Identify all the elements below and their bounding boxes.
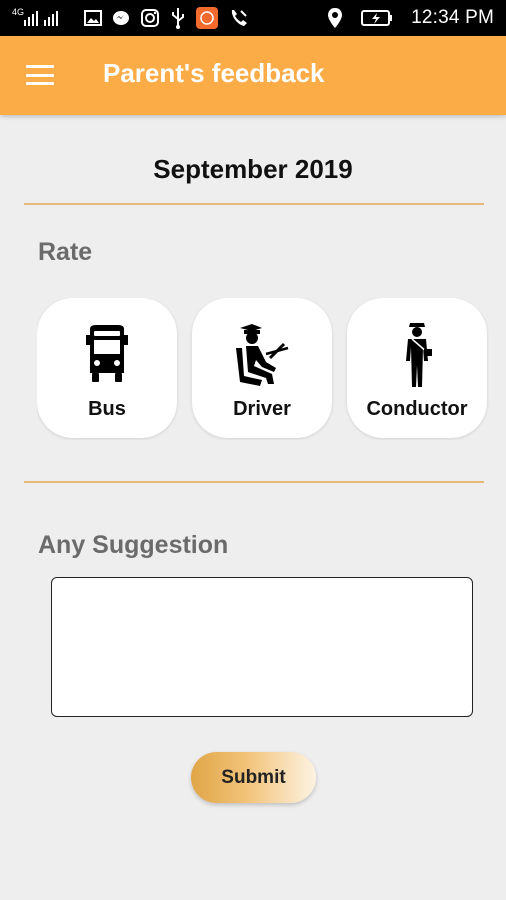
app-notification-icon (196, 7, 219, 29)
divider-bottom (24, 481, 484, 483)
driver-icon (192, 320, 332, 390)
instagram-icon (140, 8, 160, 28)
call-icon (228, 7, 250, 29)
rate-conductor-card[interactable]: Conductor (347, 298, 487, 438)
battery-charging-icon (361, 9, 393, 27)
usb-icon (170, 7, 186, 29)
month-title: September 2019 (153, 154, 353, 184)
rate-bus-card[interactable]: Bus (37, 298, 177, 438)
status-bar-left: 4G (0, 7, 250, 29)
location-icon (327, 7, 343, 29)
rate-conductor-label: Conductor (366, 398, 468, 420)
bus-icon (37, 320, 177, 390)
suggestion-label: Any Suggestion (38, 531, 229, 559)
rate-label: Rate (38, 238, 93, 266)
rate-options: Bus Driver Conductor (37, 298, 489, 440)
status-bar-right: 12:34 PM (327, 0, 494, 36)
signal-icon: 4G (12, 7, 74, 28)
rate-driver-card[interactable]: Driver (192, 298, 332, 438)
image-icon (84, 9, 103, 27)
submit-button[interactable]: Submit (191, 752, 316, 803)
rate-bus-label: Bus (88, 398, 126, 420)
divider-top (24, 203, 484, 205)
suggestion-input[interactable] (51, 577, 473, 717)
conductor-icon (347, 320, 487, 390)
hamburger-menu-icon[interactable] (24, 62, 56, 88)
status-bar: 4G 12:34 PM (0, 0, 506, 36)
app-title: Parent's feedback (103, 58, 325, 88)
status-time: 12:34 PM (411, 7, 494, 28)
rate-driver-label: Driver (233, 398, 291, 420)
network-type-label: 4G (12, 7, 25, 17)
app-bar: Parent's feedback (0, 36, 506, 115)
messenger-icon (112, 9, 130, 27)
